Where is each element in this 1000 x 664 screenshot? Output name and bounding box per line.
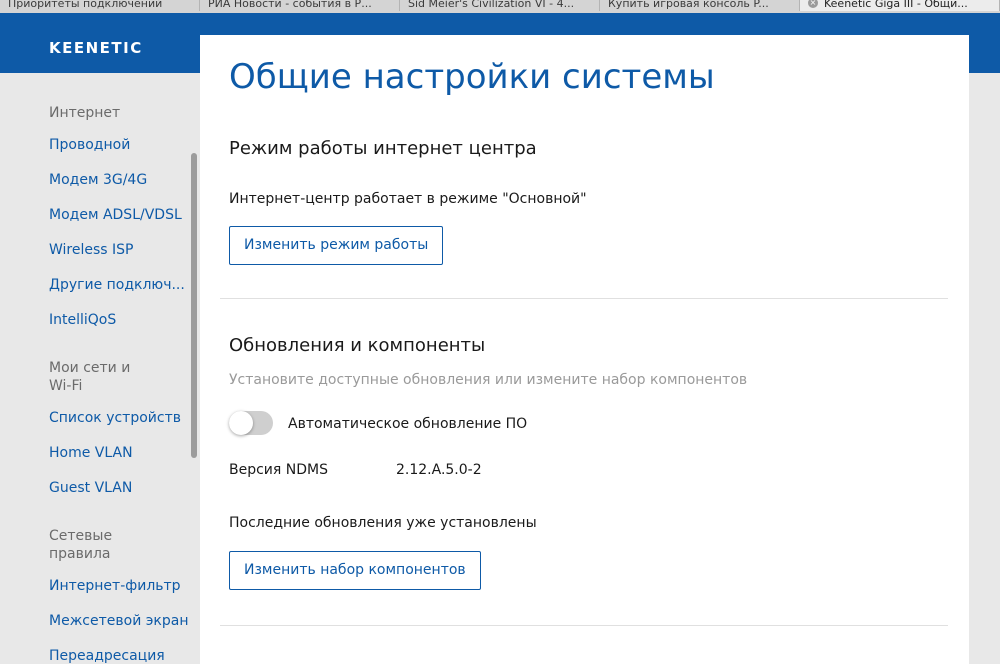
- sidebar-item-intelliqos[interactable]: IntelliQoS: [49, 312, 116, 328]
- browser-tab[interactable]: Sid Meier's Civilization VI - 4...: [400, 0, 600, 11]
- sidebar: Интернет Проводной Модем 3G/4G Модем ADS…: [0, 73, 200, 664]
- section-title-mode: Режим работы интернет центра: [229, 138, 537, 159]
- sidebar-item-port-forwarding[interactable]: Переадресация: [49, 648, 165, 664]
- sidebar-item-modem-adsl[interactable]: Модем ADSL/VDSL: [49, 207, 182, 223]
- sidebar-scrollbar[interactable]: [191, 153, 197, 458]
- change-mode-button[interactable]: Изменить режим работы: [229, 226, 444, 265]
- sidebar-item-guest-vlan[interactable]: Guest VLAN: [49, 480, 132, 496]
- browser-tab-bar: Приоритеты подключений РИА Новости - соб…: [0, 0, 1000, 13]
- sidebar-group-my-networks: Мои сети и Wi-Fi: [49, 360, 131, 394]
- section-title-updates: Обновления и компоненты: [229, 335, 486, 356]
- section-divider: [220, 298, 948, 299]
- change-components-button[interactable]: Изменить набор компонентов: [229, 551, 481, 590]
- sidebar-item-modem-3g4g[interactable]: Модем 3G/4G: [49, 172, 147, 188]
- page-background: [969, 73, 1000, 664]
- sidebar-item-wireless-isp[interactable]: Wireless ISP: [49, 242, 134, 258]
- browser-tab-label: Приоритеты подключений: [8, 0, 163, 10]
- browser-tab[interactable]: Купить игровая консоль P...: [600, 0, 800, 11]
- sidebar-item-wired[interactable]: Проводной: [49, 137, 130, 153]
- browser-tab-label: РИА Новости - события в Р...: [208, 0, 372, 10]
- browser-tab-label: Купить игровая консоль P...: [608, 0, 769, 10]
- browser-tab[interactable]: РИА Новости - события в Р...: [200, 0, 400, 11]
- sidebar-group-internet: Интернет: [49, 105, 121, 121]
- main-content: Общие настройки системы Режим работы инт…: [200, 35, 969, 664]
- sidebar-group-network-rules: Сетевые правила: [49, 528, 113, 562]
- updates-subtitle: Установите доступные обновления или изме…: [229, 372, 748, 388]
- sidebar-item-device-list[interactable]: Список устройств: [49, 410, 181, 426]
- sidebar-item-other-connections[interactable]: Другие подключ...: [49, 277, 185, 293]
- mode-status-text: Интернет-центр работает в режиме "Основн…: [229, 191, 587, 207]
- close-icon[interactable]: ×: [808, 0, 818, 8]
- sidebar-item-home-vlan[interactable]: Home VLAN: [49, 445, 133, 461]
- section-divider: [220, 625, 948, 626]
- browser-tab-active[interactable]: × Keenetic Giga III - Общи...: [800, 0, 1000, 11]
- page-title: Общие настройки системы: [229, 57, 715, 97]
- updates-status-text: Последние обновления уже установлены: [229, 515, 537, 531]
- keenetic-logo[interactable]: KEENETIC: [49, 39, 143, 57]
- toggle-knob: [229, 411, 253, 435]
- browser-tab-label: Keenetic Giga III - Общи...: [824, 0, 968, 10]
- browser-tab[interactable]: Приоритеты подключений: [0, 0, 200, 11]
- auto-update-label: Автоматическое обновление ПО: [288, 416, 528, 432]
- version-label: Версия NDMS: [229, 462, 328, 478]
- sidebar-item-internet-filter[interactable]: Интернет-фильтр: [49, 578, 181, 594]
- browser-tab-label: Sid Meier's Civilization VI - 4...: [408, 0, 575, 10]
- sidebar-item-firewall[interactable]: Межсетевой экран: [49, 613, 189, 629]
- version-value: 2.12.A.5.0-2: [396, 462, 482, 478]
- auto-update-toggle[interactable]: [229, 411, 273, 435]
